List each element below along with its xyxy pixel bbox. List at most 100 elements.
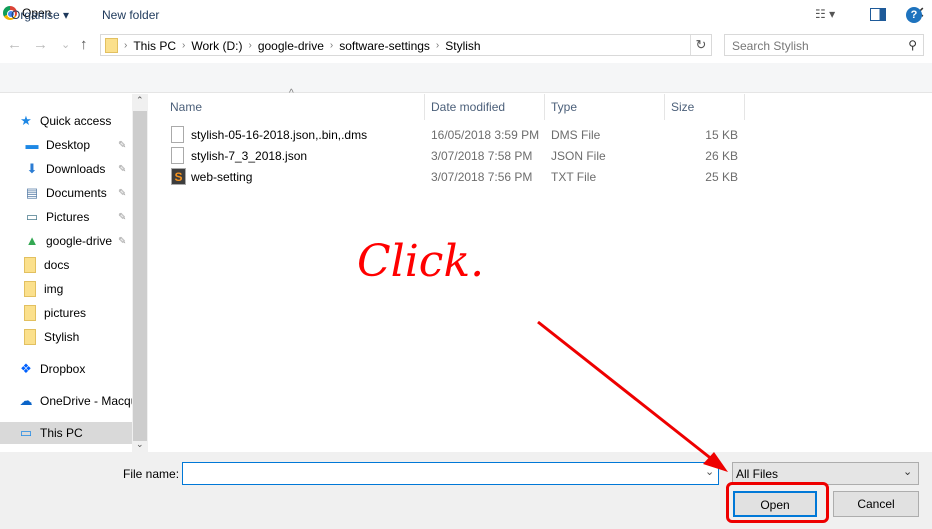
pictures-icon: ▭ — [25, 209, 39, 224]
nav-scrollbar-thumb[interactable] — [133, 111, 147, 441]
pin-icon[interactable]: ✎ — [118, 140, 126, 151]
chevron-right-icon: › — [124, 40, 128, 51]
sidebar-item-this-pc[interactable]: ▭ This PC — [0, 422, 132, 444]
organise-button[interactable]: Organise ▾ — [11, 8, 69, 22]
folder-icon — [24, 305, 36, 321]
sidebar-item-label: Dropbox — [40, 362, 86, 376]
chevron-right-icon: › — [182, 40, 186, 51]
breadcrumb-this-pc[interactable]: This PC — [133, 39, 176, 53]
dropbox-icon: ❖ — [20, 361, 32, 376]
file-date: 16/05/2018 3:59 PM — [431, 128, 540, 142]
file-type: DMS File — [551, 128, 601, 142]
sidebar-item-img[interactable]: img — [0, 278, 132, 300]
google-drive-icon: ▲ — [25, 233, 39, 248]
sidebar-item-pictures[interactable]: pictures — [0, 302, 132, 324]
sidebar-item-documents[interactable]: ▤ Documents ✎ — [0, 182, 132, 204]
onedrive-icon: ☁ — [19, 393, 33, 408]
column-header: ^ Name Date modified Type Size — [148, 88, 932, 120]
column-type[interactable]: Type — [551, 100, 577, 114]
annotation-highlight-box — [726, 482, 829, 523]
pin-icon[interactable]: ✎ — [118, 164, 126, 175]
breadcrumb-stylish[interactable]: Stylish — [445, 39, 480, 53]
address-bar[interactable]: › This PC › Work (D:) › google-drive › s… — [100, 34, 712, 56]
file-date: 3/07/2018 7:58 PM — [431, 149, 533, 163]
chevron-down-icon[interactable]: ⌄ — [705, 465, 714, 478]
pin-icon[interactable]: ✎ — [118, 212, 126, 223]
column-name[interactable]: Name — [170, 100, 202, 114]
sidebar-item-label: Stylish — [44, 330, 80, 344]
sidebar-item-google-drive[interactable]: ▲ google-drive ✎ — [0, 230, 132, 252]
sidebar-item-label: Desktop — [46, 138, 91, 152]
sidebar-item-label: docs — [44, 258, 70, 272]
file-row[interactable]: Sweb-setting 3/07/2018 7:56 PM TXT File 25 … — [170, 167, 750, 188]
file-name-label: File name: — [123, 467, 180, 481]
file-name: web-setting — [191, 170, 253, 184]
sidebar-item-label: OneDrive - Macqu — [40, 394, 132, 408]
column-size[interactable]: Size — [671, 100, 694, 114]
file-name-input[interactable] — [182, 462, 719, 485]
chevron-down-icon[interactable]: ⌄ — [903, 465, 912, 478]
file-size: 15 KB — [705, 128, 738, 142]
sidebar-item-label: Documents — [46, 186, 107, 200]
sidebar-item-label: Downloads — [46, 162, 106, 176]
recent-locations-button[interactable]: ⌄ — [61, 38, 70, 51]
navigation-pane: ★ Quick access ▬ Desktop ✎ ⬇ Downloads ✎ ▤ Docume… — [0, 94, 132, 452]
file-row[interactable]: stylish-05-16-2018.json,.bin,.dms 16/05/2… — [170, 125, 750, 146]
chevron-right-icon: › — [248, 40, 252, 51]
cancel-button[interactable]: Cancel — [833, 491, 919, 517]
file-icon — [171, 126, 184, 143]
sublime-text-icon: S — [171, 168, 186, 185]
breadcrumb-google-drive[interactable]: google-drive — [258, 39, 324, 53]
file-date: 3/07/2018 7:56 PM — [431, 170, 533, 184]
folder-icon — [24, 257, 36, 273]
folder-icon — [24, 329, 36, 345]
file-size: 26 KB — [705, 149, 738, 163]
sidebar-item-docs[interactable]: docs — [0, 254, 132, 276]
desktop-icon: ▬ — [25, 137, 39, 152]
sidebar-item-dropbox[interactable]: ❖ Dropbox — [0, 358, 132, 380]
scroll-up-arrow[interactable]: ⌃ — [136, 95, 144, 106]
file-row[interactable]: stylish-7_3_2018.json 3/07/2018 7:58 PM JS… — [170, 146, 750, 167]
sidebar-item-desktop[interactable]: ▬ Desktop ✎ — [0, 134, 132, 156]
chevron-right-icon: › — [329, 40, 334, 51]
pc-icon: ▭ — [19, 425, 33, 440]
annotation-click-text: Click. — [357, 236, 485, 287]
sidebar-item-label: img — [44, 282, 64, 296]
file-type: TXT File — [551, 170, 597, 184]
back-button[interactable]: ← — [7, 36, 22, 53]
change-view-button[interactable]: ☷ ▾ — [815, 7, 835, 21]
sidebar-item-label: This PC — [40, 426, 83, 440]
sort-ascending-icon: ^ — [289, 88, 294, 99]
preview-pane-button[interactable] — [870, 8, 886, 21]
sidebar-item-onedrive-macqu[interactable]: ☁ OneDrive - Macqu — [0, 390, 133, 412]
search-input[interactable]: Search Stylish ⚲ — [724, 34, 924, 56]
up-button[interactable]: ↑ — [80, 36, 88, 53]
search-icon: ⚲ — [908, 38, 917, 52]
sidebar-item-pictures[interactable]: ▭ Pictures ✎ — [0, 206, 132, 228]
toolbar — [0, 63, 932, 93]
sidebar-item-label: Quick access — [40, 114, 112, 128]
folder-icon — [105, 38, 118, 53]
sidebar-item-downloads[interactable]: ⬇ Downloads ✎ — [0, 158, 132, 180]
sidebar-item-stylish[interactable]: Stylish — [0, 326, 132, 348]
scroll-down-arrow[interactable]: ⌄ — [136, 439, 144, 450]
help-button[interactable]: ? — [906, 7, 922, 23]
pin-icon[interactable]: ✎ — [118, 188, 126, 199]
sidebar-item-label: pictures — [44, 306, 87, 320]
file-name: stylish-05-16-2018.json,.bin,.dms — [191, 128, 368, 142]
file-icon — [171, 147, 184, 164]
sidebar-item-label: google-drive — [46, 234, 113, 248]
search-placeholder: Search Stylish — [732, 39, 809, 53]
breadcrumb-work-drive[interactable]: Work (D:) — [191, 39, 242, 53]
star-icon: ★ — [20, 113, 32, 128]
sidebar-item-quick-access[interactable]: ★ Quick access — [0, 110, 132, 132]
forward-button[interactable]: → — [33, 36, 48, 53]
chevron-right-icon: › — [435, 40, 440, 51]
new-folder-button[interactable]: New folder — [102, 8, 159, 22]
file-type: JSON File — [551, 149, 606, 163]
column-date-modified[interactable]: Date modified — [431, 100, 505, 114]
pin-icon[interactable]: ✎ — [118, 236, 126, 247]
download-icon: ⬇ — [26, 161, 38, 176]
breadcrumb-software-settings[interactable]: software-settings — [339, 39, 430, 53]
refresh-button[interactable]: ↻ — [690, 35, 711, 55]
